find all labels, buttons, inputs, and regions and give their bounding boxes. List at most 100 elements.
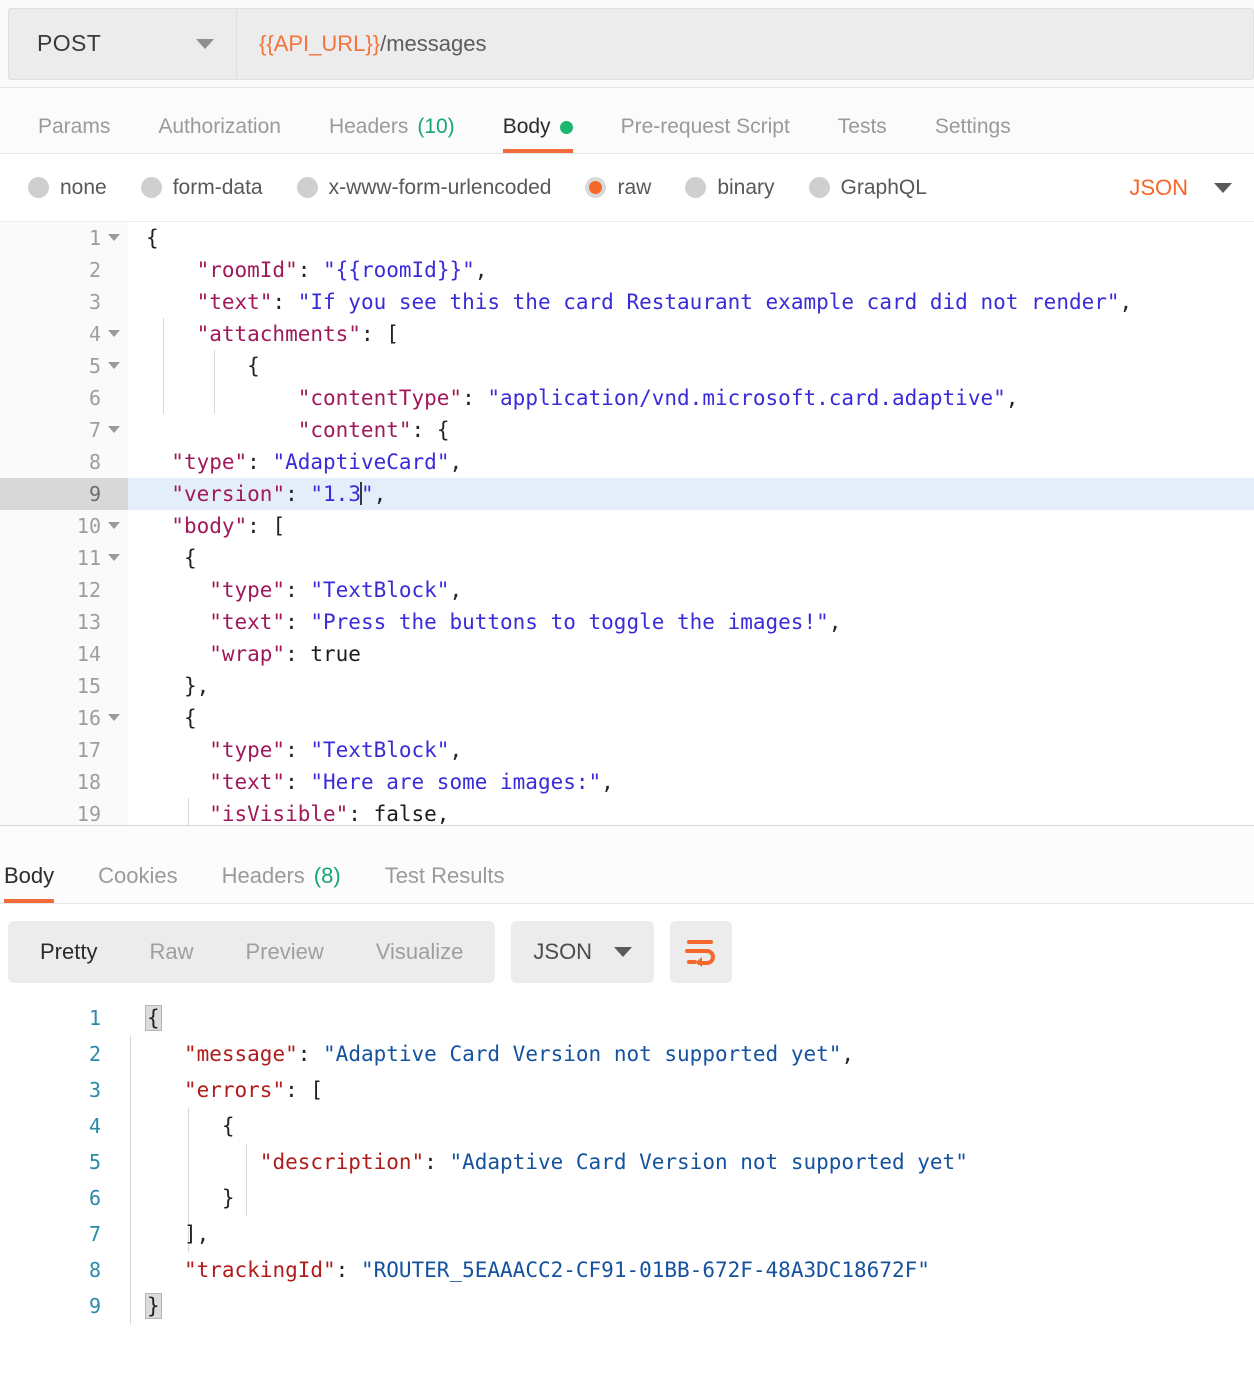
- line-gutter[interactable]: 19: [0, 798, 128, 825]
- response-body-viewer[interactable]: 1 { 2 "message": "Adaptive Card Version …: [0, 1000, 1254, 1394]
- response-toolbar: Pretty Raw Preview Visualize JSON: [0, 904, 1254, 1000]
- response-tab-test-results[interactable]: Test Results: [363, 863, 527, 903]
- line-gutter[interactable]: 8: [0, 446, 128, 478]
- code-line: 1 {: [0, 1000, 1254, 1036]
- response-format-dropdown[interactable]: JSON: [511, 921, 655, 983]
- tab-settings[interactable]: Settings: [911, 115, 1035, 153]
- line-gutter[interactable]: 12: [0, 574, 128, 606]
- line-gutter[interactable]: 15: [0, 670, 128, 702]
- line-gutter: 6: [0, 1180, 128, 1216]
- line-gutter: 2: [0, 1036, 128, 1072]
- radio-form-data[interactable]: form-data: [140, 175, 263, 200]
- fold-placeholder: [108, 490, 120, 497]
- word-wrap-button[interactable]: [670, 921, 733, 983]
- tab-label: Authorization: [158, 115, 281, 138]
- code-line: 19 "isVisible": false,: [0, 798, 1254, 825]
- tab-label: Test Results: [384, 863, 505, 888]
- radio-label: form-data: [172, 175, 263, 199]
- fold-placeholder: [108, 586, 120, 593]
- line-gutter[interactable]: 5: [0, 350, 128, 382]
- fold-placeholder: [108, 1086, 120, 1093]
- response-tab-bar: Body Cookies Headers (8) Test Results: [0, 826, 1254, 904]
- line-gutter[interactable]: 4: [0, 318, 128, 350]
- tab-label: Settings: [934, 115, 1011, 138]
- tab-label: Cookies: [98, 863, 178, 888]
- radio-icon: [808, 177, 830, 198]
- line-gutter[interactable]: 13: [0, 606, 128, 638]
- code-line: 9 }: [0, 1288, 1254, 1324]
- code-line: 1 {: [0, 222, 1254, 254]
- chevron-down-icon: [1214, 182, 1232, 193]
- line-gutter[interactable]: 7: [0, 414, 128, 446]
- line-gutter[interactable]: 11: [0, 542, 128, 574]
- response-headers-count: (8): [313, 863, 341, 888]
- response-tab-body[interactable]: Body: [0, 863, 76, 903]
- line-number: 8: [88, 450, 101, 474]
- request-url-input[interactable]: {{API_URL}}/messages: [236, 7, 1254, 80]
- line-gutter[interactable]: 17: [0, 734, 128, 766]
- line-gutter[interactable]: 3: [0, 286, 128, 318]
- line-gutter[interactable]: 9: [0, 478, 128, 510]
- fold-arrow-icon[interactable]: [108, 522, 120, 529]
- fold-placeholder: [108, 682, 120, 689]
- tab-pre-request-script[interactable]: Pre-request Script: [597, 115, 814, 153]
- word-wrap-icon: [685, 940, 716, 967]
- code-line: 2 "message": "Adaptive Card Version not …: [0, 1036, 1254, 1072]
- code-line: 17 "type": "TextBlock",: [0, 734, 1254, 766]
- line-content: "type": "AdaptiveCard",: [171, 450, 463, 474]
- line-content: {: [221, 1114, 235, 1138]
- view-mode-preview[interactable]: Preview: [219, 921, 349, 983]
- view-mode-visualize[interactable]: Visualize: [350, 921, 490, 983]
- line-gutter[interactable]: 10: [0, 510, 128, 542]
- headers-count: (10): [417, 115, 455, 138]
- tab-authorization[interactable]: Authorization: [134, 115, 305, 153]
- code-line: 7 ],: [0, 1216, 1254, 1252]
- fold-arrow-icon[interactable]: [108, 234, 120, 241]
- fold-arrow-icon[interactable]: [108, 330, 120, 337]
- line-gutter[interactable]: 14: [0, 638, 128, 670]
- line-gutter: 9: [0, 1288, 128, 1324]
- tab-body[interactable]: Body: [479, 115, 597, 153]
- response-tab-cookies[interactable]: Cookies: [76, 863, 199, 903]
- fold-placeholder: [108, 1266, 120, 1273]
- line-gutter[interactable]: 1: [0, 222, 128, 254]
- radio-binary[interactable]: binary: [685, 176, 775, 200]
- line-number: 5: [88, 354, 101, 378]
- line-number: 9: [88, 1294, 101, 1318]
- line-content: "wrap": true: [209, 642, 361, 666]
- response-tab-headers[interactable]: Headers (8): [200, 863, 363, 903]
- tab-params[interactable]: Params: [14, 115, 134, 153]
- line-gutter[interactable]: 2: [0, 254, 128, 286]
- line-content: ],: [183, 1222, 210, 1246]
- fold-arrow-icon[interactable]: [108, 554, 120, 561]
- code-line: 3 "text": "If you see this the card Rest…: [0, 286, 1254, 318]
- line-number: 2: [88, 1042, 101, 1066]
- line-number: 8: [88, 1258, 101, 1282]
- view-mode-raw[interactable]: Raw: [123, 921, 219, 983]
- fold-arrow-icon[interactable]: [108, 714, 120, 721]
- line-content: {: [128, 1000, 162, 1036]
- line-content: {: [183, 706, 197, 730]
- fold-arrow-icon[interactable]: [108, 362, 120, 369]
- tab-tests[interactable]: Tests: [814, 115, 911, 153]
- radio-raw[interactable]: raw: [585, 176, 651, 200]
- code-line: 4 "attachments": [: [0, 318, 1254, 350]
- line-gutter[interactable]: 6: [0, 382, 128, 414]
- body-format-dropdown[interactable]: JSON: [1129, 175, 1232, 201]
- http-method-dropdown[interactable]: POST: [8, 7, 236, 80]
- code-line: 11 {: [0, 542, 1254, 574]
- tab-headers[interactable]: Headers (10): [305, 115, 479, 153]
- view-mode-pretty[interactable]: Pretty: [14, 921, 123, 983]
- radio-icon: [685, 177, 707, 198]
- request-body-editor[interactable]: 1 { 2 "roomId": "{{roomId}}", 3 "text": …: [0, 222, 1254, 826]
- code-line: 4 {: [0, 1108, 1254, 1144]
- line-gutter[interactable]: 18: [0, 766, 128, 798]
- radio-none[interactable]: none: [28, 176, 107, 200]
- code-line: 5 "description": "Adaptive Card Version …: [0, 1144, 1254, 1180]
- radio-x-www-form-urlencoded[interactable]: x-www-form-urlencoded: [296, 176, 551, 200]
- radio-graphql[interactable]: GraphQL: [808, 176, 927, 200]
- line-content: {: [247, 354, 260, 378]
- code-line: 14 "wrap": true: [0, 638, 1254, 670]
- fold-arrow-icon[interactable]: [108, 426, 120, 433]
- line-gutter[interactable]: 16: [0, 702, 128, 734]
